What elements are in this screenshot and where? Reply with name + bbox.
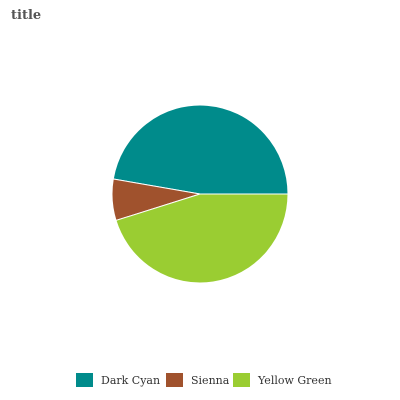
legend-item-sienna: Sienna <box>166 371 229 389</box>
legend-item-dark-cyan: Dark Cyan <box>76 371 160 389</box>
legend-item-yellow-green: Yellow Green <box>233 371 332 389</box>
legend-label-yellow-green: Yellow Green <box>258 373 332 387</box>
pie-slice-dark-cyan <box>112 104 289 195</box>
legend-swatch-yellow-green <box>233 373 250 387</box>
legend-swatch-dark-cyan <box>76 373 93 387</box>
legend-label-dark-cyan: Dark Cyan <box>101 373 161 387</box>
legend-label-sienna: Sienna <box>191 373 230 387</box>
legend-swatch-sienna <box>166 373 183 387</box>
legend: Dark Cyan Sienna Yellow Green <box>0 371 400 389</box>
pie-chart <box>111 104 289 284</box>
